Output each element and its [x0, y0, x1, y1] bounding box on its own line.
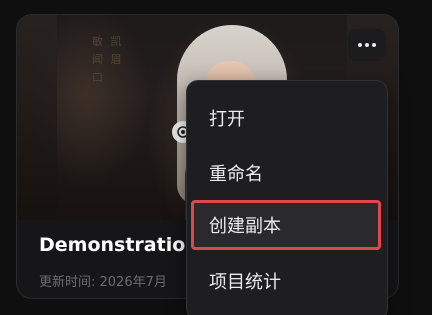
- project-title: Demonstration: [39, 234, 199, 256]
- context-menu: 打开 重命名 创建副本 项目统计: [186, 80, 388, 315]
- more-horizontal-icon: [365, 43, 369, 47]
- more-horizontal-icon: [372, 43, 376, 47]
- menu-item-duplicate[interactable]: 创建副本: [191, 200, 381, 250]
- more-options-button[interactable]: [348, 29, 386, 61]
- background-glyphs: 敏 凯 闻 眉 口: [92, 35, 124, 84]
- more-horizontal-icon: [358, 43, 362, 47]
- menu-item-rename[interactable]: 重命名: [195, 151, 379, 195]
- menu-item-project-stats[interactable]: 项目统计: [195, 259, 379, 303]
- background-pillar: [17, 15, 57, 220]
- menu-item-open[interactable]: 打开: [195, 96, 379, 140]
- app-stage: 敏 凯 闻 眉 口 Demonstration 更新时间: 2026年7月 打开…: [0, 0, 432, 315]
- project-updated-time: 更新时间: 2026年7月: [39, 275, 167, 290]
